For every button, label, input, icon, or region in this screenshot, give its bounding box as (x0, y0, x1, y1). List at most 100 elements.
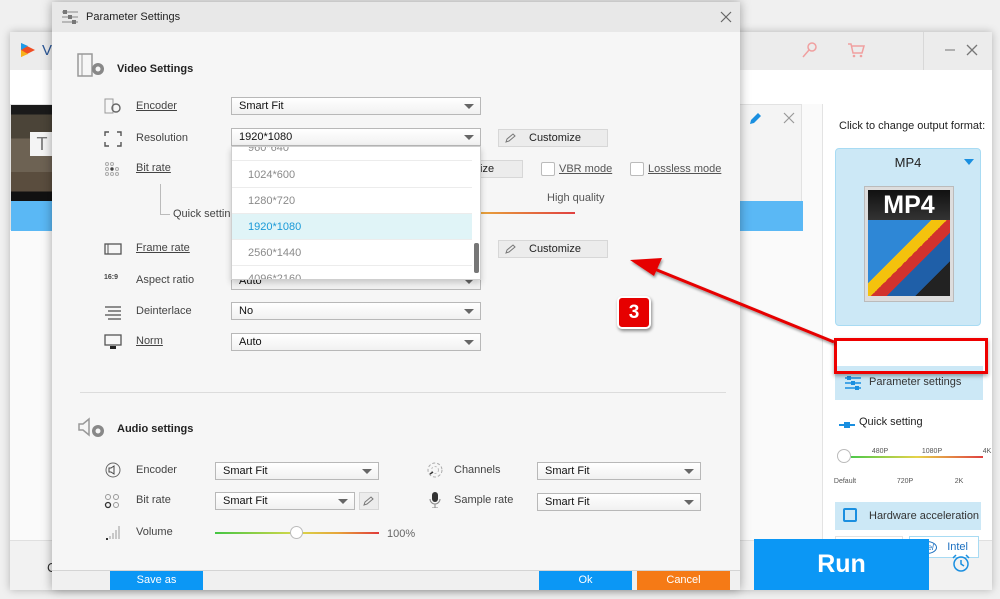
ok-button[interactable]: Ok (539, 571, 632, 590)
lossless-mode-checkbox[interactable] (630, 162, 644, 176)
audio-bitrate-select[interactable]: Smart Fit (215, 492, 355, 510)
video-settings-title: Video Settings (117, 63, 194, 75)
channels-value: Smart Fit (545, 465, 590, 477)
minimize-icon[interactable] (940, 40, 960, 60)
resolution-option[interactable]: 1024*600 (232, 162, 472, 188)
audio-bitrate-label: Bit rate (136, 494, 171, 506)
resolution-option[interactable]: 4096*2160 (232, 266, 472, 279)
parameter-settings-label: Parameter settings (869, 376, 962, 388)
format-dropdown-caret-icon[interactable] (964, 159, 974, 165)
audio-bitrate-edit-button[interactable] (359, 492, 379, 510)
chevron-down-icon (464, 135, 474, 140)
tick-4k: 4K (982, 448, 992, 455)
chevron-down-icon (684, 469, 694, 474)
bitrate-label[interactable]: Bit rate (136, 162, 171, 174)
audio-encoder-select[interactable]: Smart Fit (215, 462, 379, 480)
norm-label[interactable]: Norm (136, 335, 163, 347)
chip-icon (843, 508, 857, 522)
chevron-down-icon (464, 104, 474, 109)
alarm-clock-icon[interactable] (950, 552, 972, 574)
tick-1080p: 1080P (921, 448, 943, 455)
format-thumbnail: MP4 (864, 186, 954, 302)
channels-select[interactable]: Smart Fit (537, 462, 701, 480)
resolution-option[interactable]: 960*640 (232, 147, 472, 161)
vbr-mode-label[interactable]: VBR mode (559, 163, 612, 175)
norm-monitor-icon (104, 334, 122, 349)
run-button[interactable]: Run (754, 539, 929, 590)
video-encoder-value: Smart Fit (239, 100, 284, 112)
tree-connector (160, 214, 170, 215)
dialog-title: Parameter Settings (86, 11, 181, 23)
remove-file-icon[interactable] (782, 111, 796, 125)
deinterlace-select[interactable]: No (231, 302, 481, 320)
text-edit-icon[interactable]: T (30, 132, 54, 156)
close-icon[interactable] (720, 11, 732, 23)
cancel-button[interactable]: Cancel (637, 571, 730, 590)
frame-rate-label[interactable]: Frame rate (136, 242, 190, 254)
resolution-value: 1920*1080 (239, 131, 293, 143)
resolution-option[interactable]: 1280*720 (232, 188, 472, 214)
chevron-down-icon (464, 309, 474, 314)
deinterlace-icon (105, 306, 121, 320)
hardware-acceleration-button[interactable]: Hardware acceleration (835, 502, 981, 530)
audio-bitrate-icon (104, 494, 119, 509)
resolution-select[interactable]: 1920*1080 (231, 128, 481, 146)
section-divider (80, 392, 726, 393)
save-as-button[interactable]: Save as (110, 571, 203, 590)
norm-select[interactable]: Auto (231, 333, 481, 351)
encoder-icon (104, 98, 121, 114)
tick-default: Default (833, 478, 857, 485)
app-title: V (42, 42, 53, 59)
quick-setting-icon (839, 422, 855, 428)
format-thumbnail-label: MP4 (868, 190, 950, 220)
hardware-acceleration-label: Hardware acceleration (869, 510, 980, 522)
resolution-label: Resolution (136, 132, 188, 144)
volume-slider-handle[interactable] (290, 526, 303, 539)
video-encoder-select[interactable]: Smart Fit (231, 97, 481, 115)
bitrate-customize-label: ize (480, 163, 495, 175)
resolution-customize-button[interactable]: Customize (498, 129, 608, 147)
chevron-down-icon (684, 500, 694, 505)
sample-rate-select[interactable]: Smart Fit (537, 493, 701, 511)
audio-encoder-value: Smart Fit (223, 465, 268, 477)
format-name: MP4 (894, 155, 922, 170)
video-encoder-label[interactable]: Encoder (136, 100, 177, 112)
resolution-icon (104, 131, 122, 147)
chevron-down-icon (464, 340, 474, 345)
resolution-option-selected[interactable]: 1920*1080 (232, 214, 472, 240)
channels-label: Channels (454, 464, 501, 476)
quick-setting-slider-handle[interactable] (837, 449, 851, 463)
volume-bars-icon (106, 526, 120, 540)
quick-setting-slider-track[interactable] (851, 456, 983, 458)
tick-720p: 720P (896, 478, 914, 485)
edit-pencil-icon[interactable] (747, 111, 763, 127)
cart-icon[interactable] (846, 40, 866, 60)
audio-bitrate-value: Smart Fit (223, 495, 268, 507)
frame-rate-customize-button[interactable]: Customize (498, 240, 608, 258)
lossless-mode-label[interactable]: Lossless mode (648, 163, 721, 175)
sample-rate-label: Sample rate (454, 494, 514, 506)
audio-settings-icon (78, 417, 104, 437)
resolution-option[interactable]: 2560*1440 (232, 240, 472, 266)
output-format-selector[interactable]: MP4 MP4 (835, 148, 981, 326)
bitrate-quality-slider[interactable] (481, 212, 575, 214)
pencil-icon (505, 244, 516, 254)
close-icon[interactable] (962, 40, 982, 60)
customize-label: Customize (529, 132, 581, 144)
format-thumbnail-image (868, 220, 950, 296)
audio-encoder-label: Encoder (136, 464, 177, 476)
annotation-highlight-box (834, 338, 988, 374)
video-settings-icon (77, 53, 104, 77)
dropdown-scrollbar[interactable] (474, 243, 479, 273)
vbr-mode-checkbox[interactable] (541, 162, 555, 176)
tick-480p: 480P (871, 448, 889, 455)
norm-value: Auto (239, 336, 262, 348)
resolution-dropdown-list[interactable]: 960*640 1024*600 1280*720 1920*1080 2560… (231, 146, 481, 280)
bitrate-quick-setting-label: Quick setting (173, 208, 237, 220)
audio-settings-title: Audio settings (117, 423, 194, 435)
dialog-titlebar: Parameter Settings (52, 2, 740, 32)
output-panel: Click to change output format: MP4 MP4 P… (822, 104, 992, 558)
key-icon[interactable] (800, 40, 820, 60)
chevron-down-icon (362, 469, 372, 474)
high-quality-label: High quality (547, 192, 605, 204)
